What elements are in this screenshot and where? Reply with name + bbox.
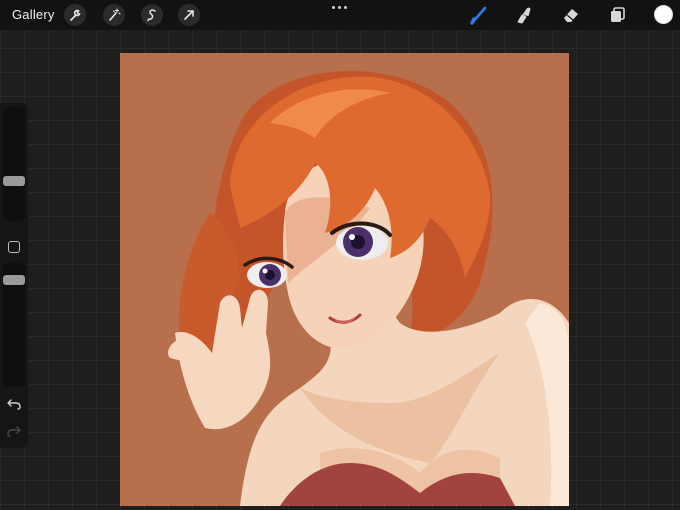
selection-icon[interactable] bbox=[141, 4, 163, 26]
top-toolbar: Gallery bbox=[0, 0, 680, 30]
transform-arrow-icon[interactable] bbox=[178, 4, 200, 26]
redo-icon[interactable] bbox=[6, 423, 22, 439]
brush-size-thumb[interactable] bbox=[3, 176, 25, 186]
brush-size-slider[interactable] bbox=[3, 107, 25, 221]
more-dots-icon[interactable] bbox=[332, 6, 347, 9]
magic-wand-icon[interactable] bbox=[103, 4, 125, 26]
opacity-thumb[interactable] bbox=[3, 275, 25, 285]
modify-button[interactable] bbox=[8, 241, 20, 253]
eraser-icon[interactable] bbox=[560, 4, 582, 26]
smudge-icon[interactable] bbox=[513, 4, 535, 26]
drawing-canvas[interactable] bbox=[120, 53, 569, 506]
left-sidebar bbox=[0, 103, 28, 448]
brush-icon[interactable] bbox=[468, 4, 490, 26]
wrench-icon[interactable] bbox=[64, 4, 86, 26]
illustration-orange-hair-girl bbox=[120, 53, 569, 506]
undo-icon[interactable] bbox=[6, 396, 22, 412]
color-picker-well[interactable] bbox=[654, 5, 673, 24]
gallery-button[interactable]: Gallery bbox=[12, 7, 55, 22]
layers-icon[interactable] bbox=[606, 4, 628, 26]
